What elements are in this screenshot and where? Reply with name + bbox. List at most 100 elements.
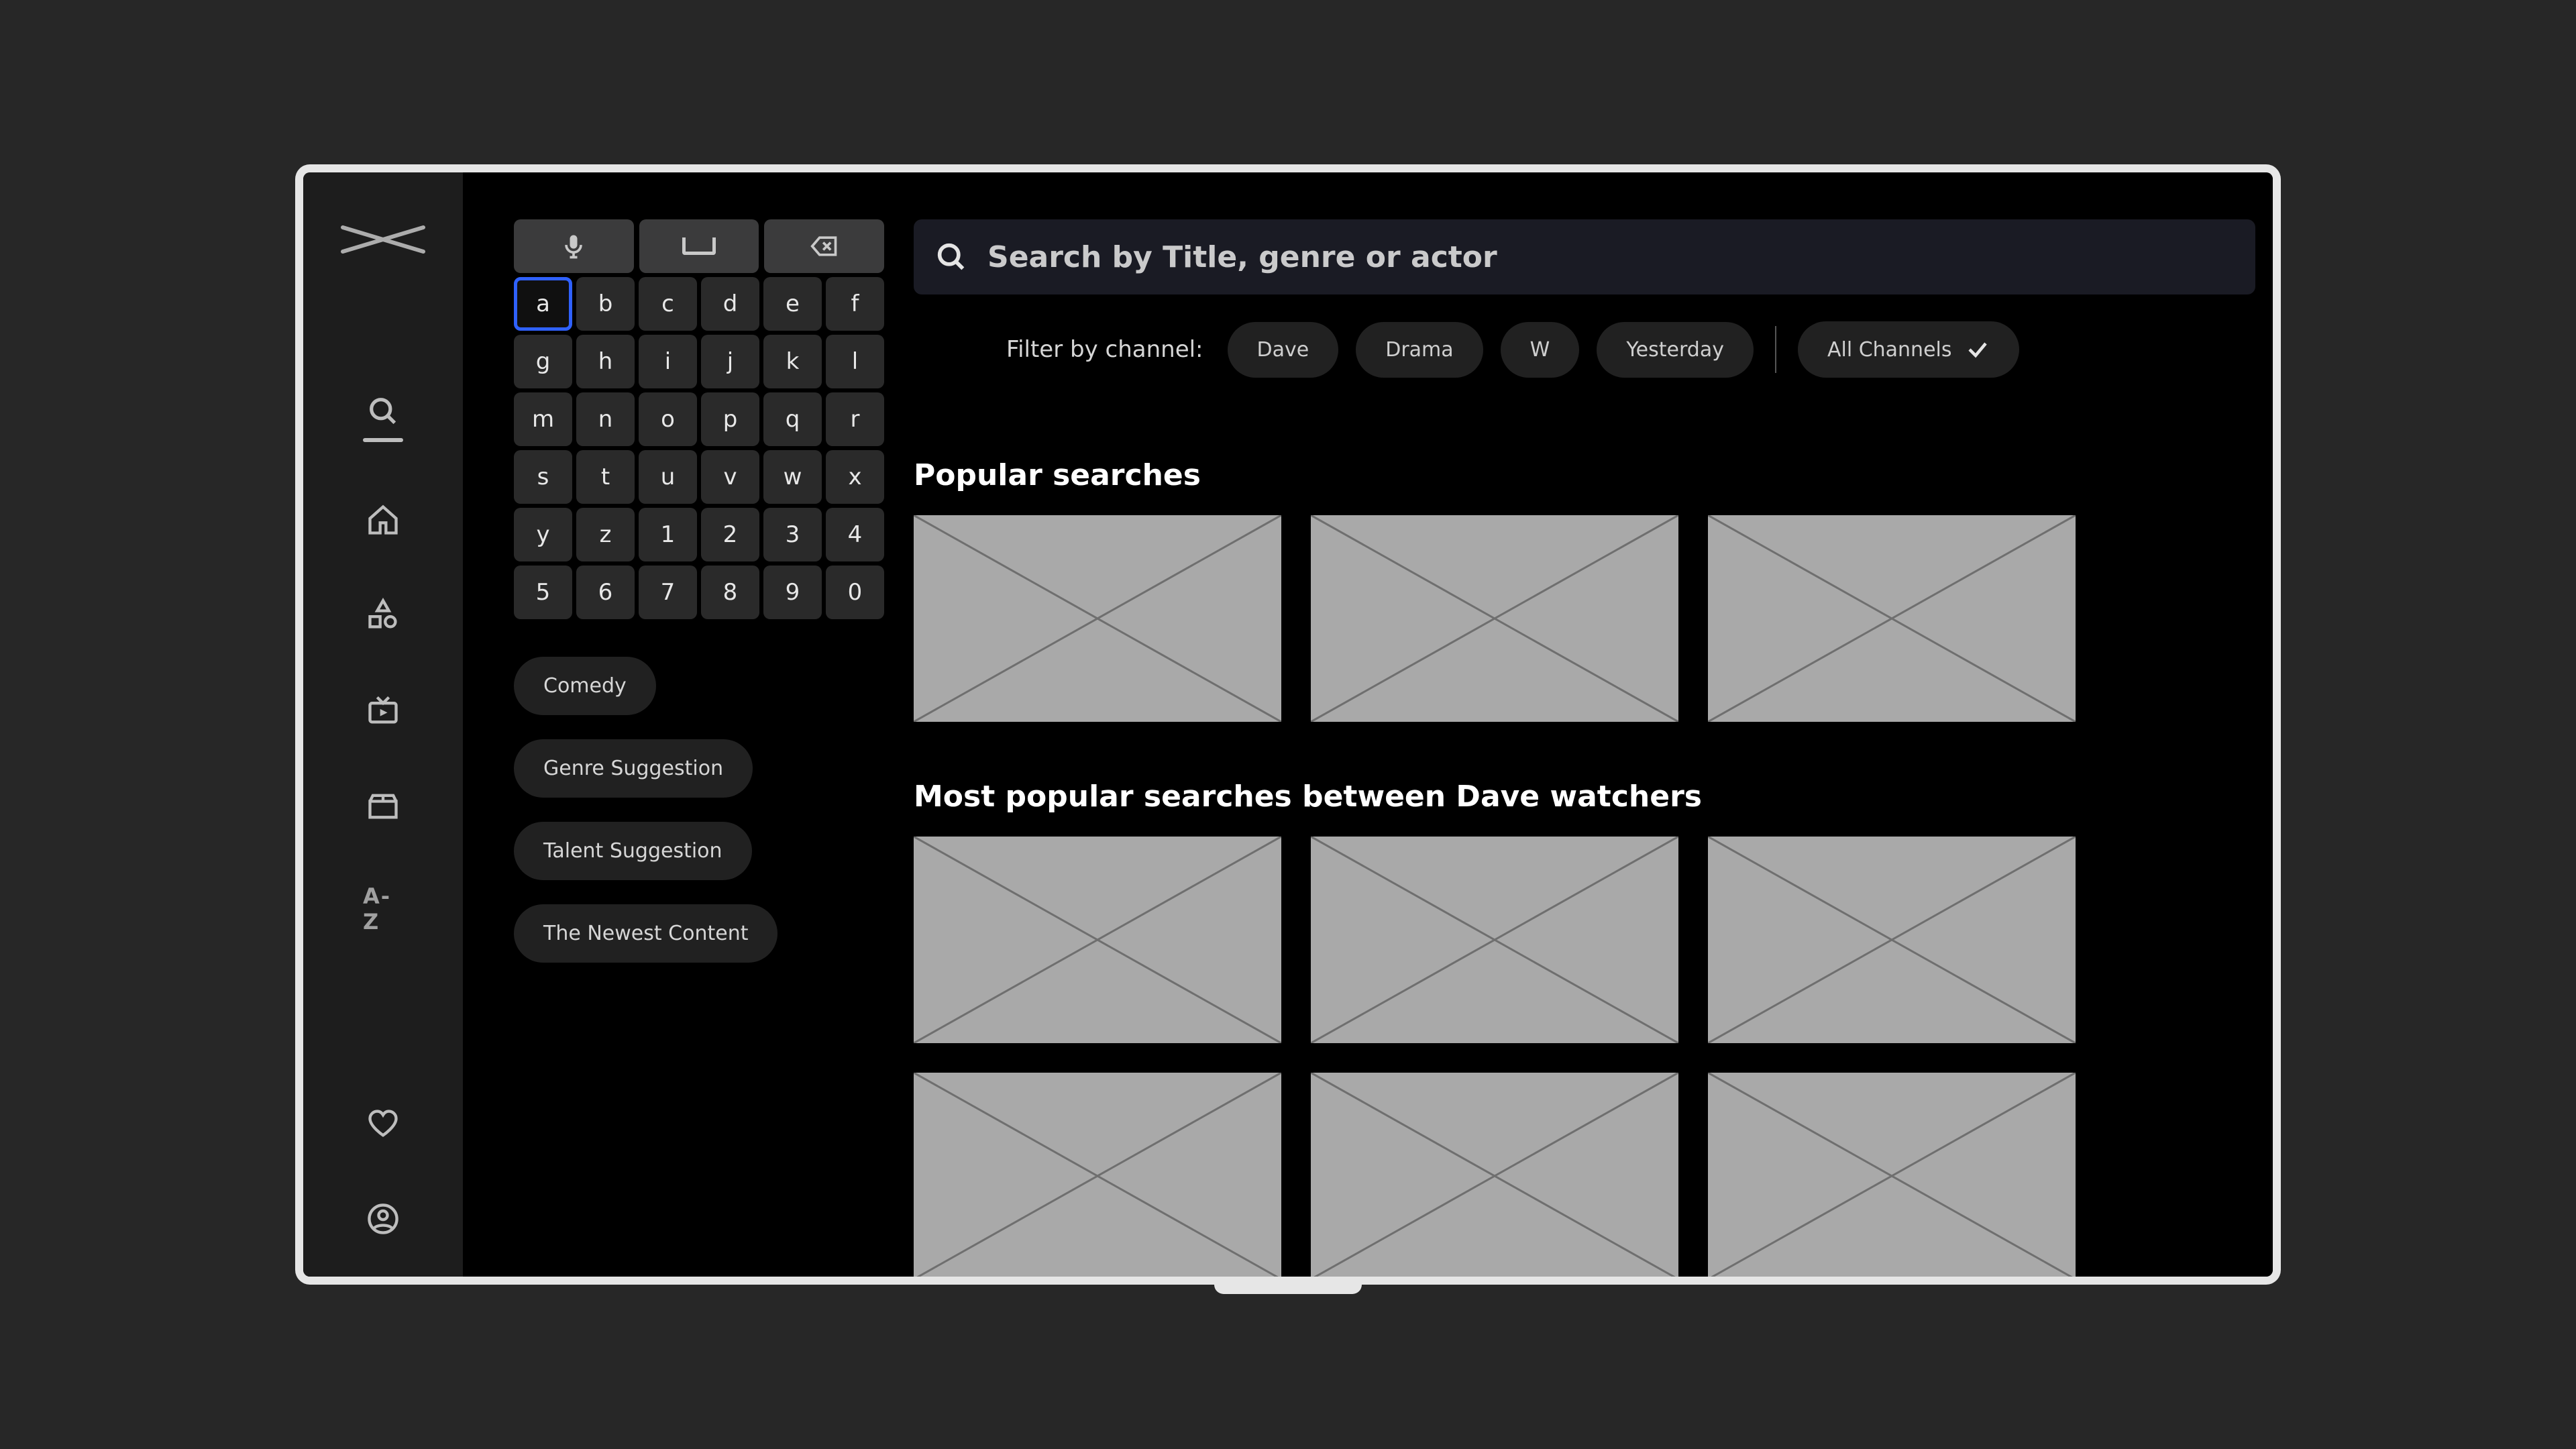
key-3[interactable]: 3 <box>763 508 822 561</box>
key-c[interactable]: c <box>639 277 697 331</box>
content-card[interactable] <box>1708 1073 2076 1277</box>
content-panel: Search by Title, genre or actor Filter b… <box>884 219 2255 1277</box>
az-label: A-Z <box>363 883 403 934</box>
suggestion-chip-1[interactable]: Genre Suggestion <box>514 739 753 798</box>
space-key[interactable] <box>639 219 759 273</box>
key-2[interactable]: 2 <box>701 508 759 561</box>
key-v[interactable]: v <box>701 450 759 504</box>
suggestion-chip-3[interactable]: The Newest Content <box>514 904 777 963</box>
filter-chip-yesterday[interactable]: Yesterday <box>1597 322 1754 378</box>
content-card[interactable] <box>1708 515 2076 722</box>
microphone-icon <box>559 231 588 261</box>
key-z[interactable]: z <box>576 508 635 561</box>
content-card[interactable] <box>1311 1073 1678 1277</box>
key-6[interactable]: 6 <box>576 566 635 619</box>
main-area: abcdef ghijkl mnopqr stuvwx yz1234 567890 Com… <box>463 172 2273 1277</box>
content-card[interactable] <box>1708 837 2076 1043</box>
nav-account[interactable] <box>363 1201 403 1236</box>
key-d[interactable]: d <box>701 277 759 331</box>
suggestion-chip-0[interactable]: Comedy <box>514 657 656 715</box>
filter-divider <box>1775 326 1776 373</box>
content-card[interactable] <box>1311 837 1678 1043</box>
key-t[interactable]: t <box>576 450 635 504</box>
key-4[interactable]: 4 <box>826 508 884 561</box>
tv-icon <box>366 693 400 728</box>
key-o[interactable]: o <box>639 392 697 446</box>
key-a[interactable]: a <box>514 277 572 331</box>
card-row-1 <box>914 837 2255 1277</box>
tv-frame: A-Z <box>295 164 2281 1285</box>
content-card[interactable] <box>914 515 1281 722</box>
key-1[interactable]: 1 <box>639 508 697 561</box>
nav-box-sets[interactable] <box>363 788 403 823</box>
key-i[interactable]: i <box>639 335 697 388</box>
backspace-icon <box>810 231 839 261</box>
search-icon <box>934 239 969 274</box>
result-sections: Popular searches Most popular searches be… <box>914 458 2255 1277</box>
card-row-0 <box>914 515 2255 722</box>
key-k[interactable]: k <box>763 335 822 388</box>
key-n[interactable]: n <box>576 392 635 446</box>
key-7[interactable]: 7 <box>639 566 697 619</box>
filter-chip-drama[interactable]: Drama <box>1356 322 1483 378</box>
filter-all-label: All Channels <box>1827 338 1952 362</box>
key-q[interactable]: q <box>763 392 822 446</box>
key-u[interactable]: u <box>639 450 697 504</box>
key-p[interactable]: p <box>701 392 759 446</box>
nav-categories[interactable] <box>363 598 403 633</box>
key-5[interactable]: 5 <box>514 566 572 619</box>
filter-all-channels[interactable]: All Channels <box>1798 321 2019 378</box>
sidebar: A-Z <box>303 172 463 1277</box>
heart-icon <box>366 1106 400 1141</box>
nav-favourites[interactable] <box>363 1106 403 1141</box>
key-r[interactable]: r <box>826 392 884 446</box>
key-m[interactable]: m <box>514 392 572 446</box>
nav-secondary <box>363 1106 403 1236</box>
key-0[interactable]: 0 <box>826 566 884 619</box>
key-8[interactable]: 8 <box>701 566 759 619</box>
keypad-grid: abcdef ghijkl mnopqr stuvwx yz1234 567890 <box>514 277 884 619</box>
search-placeholder: Search by Title, genre or actor <box>987 240 1497 274</box>
keyboard-panel: abcdef ghijkl mnopqr stuvwx yz1234 567890 Com… <box>514 219 884 1277</box>
key-9[interactable]: 9 <box>763 566 822 619</box>
box-icon <box>366 788 400 823</box>
voice-search-key[interactable] <box>514 219 634 273</box>
filter-chip-dave[interactable]: Dave <box>1228 322 1339 378</box>
content-card[interactable] <box>1311 515 1678 722</box>
filter-chip-w[interactable]: W <box>1501 322 1580 378</box>
nav-search[interactable] <box>363 394 403 442</box>
filter-row: Filter by channel: Dave Drama W Yesterday A… <box>914 321 2255 378</box>
section-title-0: Popular searches <box>914 458 2255 492</box>
key-y[interactable]: y <box>514 508 572 561</box>
key-e[interactable]: e <box>763 277 822 331</box>
key-g[interactable]: g <box>514 335 572 388</box>
nav-active-indicator <box>363 438 403 442</box>
suggestion-chip-2[interactable]: Talent Suggestion <box>514 822 752 880</box>
filter-chips: Dave Drama W Yesterday <box>1228 322 1754 378</box>
search-suggestions: Comedy Genre Suggestion Talent Suggestion T… <box>514 657 884 963</box>
shapes-icon <box>366 598 400 633</box>
filter-label: Filter by channel: <box>1006 336 1203 363</box>
key-j[interactable]: j <box>701 335 759 388</box>
brand-logo-icon <box>339 219 427 260</box>
key-w[interactable]: w <box>763 450 822 504</box>
key-f[interactable]: f <box>826 277 884 331</box>
key-s[interactable]: s <box>514 450 572 504</box>
key-b[interactable]: b <box>576 277 635 331</box>
content-card[interactable] <box>914 837 1281 1043</box>
key-l[interactable]: l <box>826 335 884 388</box>
screen: A-Z <box>303 172 2273 1277</box>
key-x[interactable]: x <box>826 450 884 504</box>
search-icon <box>366 394 400 429</box>
search-bar[interactable]: Search by Title, genre or actor <box>914 219 2255 294</box>
nav-home[interactable] <box>363 502 403 537</box>
nav-live-tv[interactable] <box>363 693 403 728</box>
nav-az[interactable]: A-Z <box>363 883 403 934</box>
nav-primary: A-Z <box>363 394 403 934</box>
backspace-key[interactable] <box>764 219 884 273</box>
content-card[interactable] <box>914 1073 1281 1277</box>
key-h[interactable]: h <box>576 335 635 388</box>
section-title-1: Most popular searches between Dave watch… <box>914 780 2255 814</box>
space-icon <box>682 237 716 255</box>
home-icon <box>366 502 400 537</box>
